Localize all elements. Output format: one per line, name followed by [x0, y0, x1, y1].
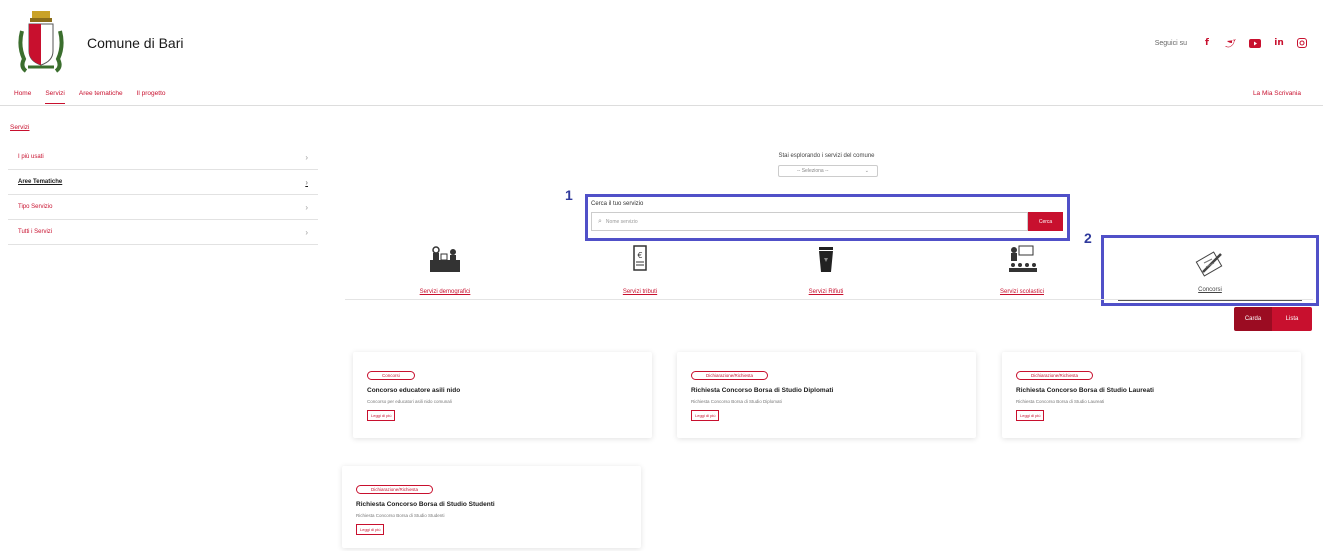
service-card[interactable]: Dichiarazione/Richiesta Richiesta Concor…: [342, 466, 641, 548]
category-demografici[interactable]: Servizi demografici: [370, 244, 520, 300]
sidebar-item-label: I più usati: [18, 154, 44, 160]
service-description: Concorso per educatori asili nido comuna…: [367, 399, 452, 404]
chevron-right-icon: ›: [305, 177, 308, 187]
service-card[interactable]: Dichiarazione/Richiesta Richiesta Concor…: [1002, 352, 1301, 438]
tax-services-icon: €: [623, 244, 657, 274]
sidebar-item-label: Tipo Servizio: [18, 204, 53, 210]
sidebar-item-tutti-servizi[interactable]: Tutti i Servizi ›: [8, 220, 318, 245]
category-label: Concorsi: [1198, 287, 1222, 293]
chevron-right-icon: ›: [305, 227, 308, 237]
category-label: Servizi demografici: [419, 289, 471, 295]
service-description: Richiesta Concorso Borsa di Studio Stude…: [356, 513, 445, 518]
sidebar-item-aree-tematiche[interactable]: Aree Tematiche ›: [8, 170, 318, 195]
twitter-icon[interactable]: [1225, 38, 1237, 48]
nav-il-progetto[interactable]: Il progetto: [137, 90, 166, 104]
service-card[interactable]: Concorsi Concorso educatore asili nido C…: [353, 352, 652, 438]
category-label: Servizi Rifiuti: [808, 289, 844, 295]
linkedin-icon[interactable]: in: [1273, 38, 1285, 48]
chevron-down-icon: ⌄: [864, 168, 869, 174]
svg-text:€: €: [637, 251, 642, 260]
view-card-button[interactable]: Carda: [1234, 307, 1272, 331]
chevron-right-icon: ›: [305, 152, 308, 162]
service-description: Richiesta Concorso Borsa di Studio Diplo…: [691, 399, 782, 404]
read-more-button[interactable]: Leggi di più: [1016, 410, 1045, 421]
search-icon: ⌕: [598, 217, 602, 225]
nav-aree-tematiche[interactable]: Aree tematiche: [79, 90, 123, 104]
waste-bin-icon: [809, 244, 843, 274]
service-title[interactable]: Richiesta Concorso Borsa di Studio Diplo…: [691, 387, 962, 394]
service-title[interactable]: Concorso educatore asili nido: [367, 387, 638, 394]
breadcrumb[interactable]: Servizi: [10, 124, 30, 131]
nav-home[interactable]: Home: [14, 90, 31, 104]
social-links: Seguici su f in: [1155, 38, 1309, 48]
view-list-button[interactable]: Lista: [1272, 307, 1312, 331]
annotation-marker-1: 1: [565, 187, 573, 203]
explore-label: Stai esplorando i servizi del comune: [778, 153, 875, 159]
search-placeholder: Nome servizio: [605, 218, 638, 225]
service-type-badge: Concorsi: [367, 371, 415, 380]
search-label: Cerca il tuo servizio: [591, 201, 644, 207]
school-class-icon: [1005, 244, 1039, 274]
service-description: Richiesta Concorso Borsa di Studio Laure…: [1016, 399, 1105, 404]
nav-my-desk[interactable]: La Mia Scrivania: [1253, 90, 1301, 97]
sidebar-item-most-used[interactable]: I più usati ›: [8, 145, 318, 170]
demographic-services-icon: [428, 244, 462, 274]
category-underline: [1118, 300, 1302, 301]
city-crest-logo[interactable]: [18, 11, 64, 75]
service-type-badge: Dichiarazione/Richiesta: [691, 371, 769, 380]
sidebar-item-tipo-servizio[interactable]: Tipo Servizio ›: [8, 195, 318, 220]
site-header: Comune di Bari Seguici su f in: [0, 0, 1323, 82]
main-navbar: Home Servizi Aree tematiche Il progetto …: [0, 84, 1323, 106]
category-divider: [345, 299, 1313, 300]
facebook-icon[interactable]: f: [1201, 38, 1213, 48]
service-filter-select[interactable]: -- Seleziona -- ⌄: [778, 165, 878, 177]
site-title[interactable]: Comune di Bari: [87, 35, 184, 51]
instagram-icon[interactable]: [1297, 38, 1309, 48]
read-more-button[interactable]: Leggi di più: [356, 524, 385, 535]
service-card[interactable]: Dichiarazione/Richiesta Richiesta Concor…: [677, 352, 976, 438]
sidebar-item-label: Aree Tematiche: [18, 179, 63, 185]
search-input[interactable]: ⌕ Nome servizio: [591, 212, 1028, 231]
view-toggle: Carda Lista: [1234, 307, 1312, 331]
service-type-badge: Dichiarazione/Richiesta: [1016, 371, 1094, 380]
youtube-icon[interactable]: [1249, 38, 1261, 48]
chevron-right-icon: ›: [305, 202, 308, 212]
search-button[interactable]: Cerca: [1028, 212, 1063, 231]
service-title[interactable]: Richiesta Concorso Borsa di Studio Stude…: [356, 501, 627, 508]
follow-label: Seguici su: [1154, 39, 1187, 47]
nav-servizi[interactable]: Servizi: [45, 90, 65, 104]
category-tributi[interactable]: € Servizi tributi: [565, 244, 715, 300]
service-title[interactable]: Richiesta Concorso Borsa di Studio Laure…: [1016, 387, 1287, 394]
contest-pencil-icon: [1193, 250, 1227, 280]
read-more-button[interactable]: Leggi di più: [367, 410, 396, 421]
category-scolastici[interactable]: Servizi scolastici: [947, 244, 1097, 300]
select-value: -- Seleziona --: [797, 168, 829, 174]
sidebar-item-label: Tutti i Servizi: [18, 229, 53, 235]
category-label: Servizi tributi: [622, 289, 658, 295]
sidebar: I più usati › Aree Tematiche › Tipo Serv…: [8, 145, 318, 245]
category-concorsi[interactable]: Concorsi: [1101, 235, 1319, 306]
category-rifiuti[interactable]: Servizi Rifiuti: [751, 244, 901, 300]
category-label: Servizi scolastici: [999, 289, 1044, 295]
service-type-badge: Dichiarazione/Richiesta: [356, 485, 434, 494]
read-more-button[interactable]: Leggi di più: [691, 410, 720, 421]
